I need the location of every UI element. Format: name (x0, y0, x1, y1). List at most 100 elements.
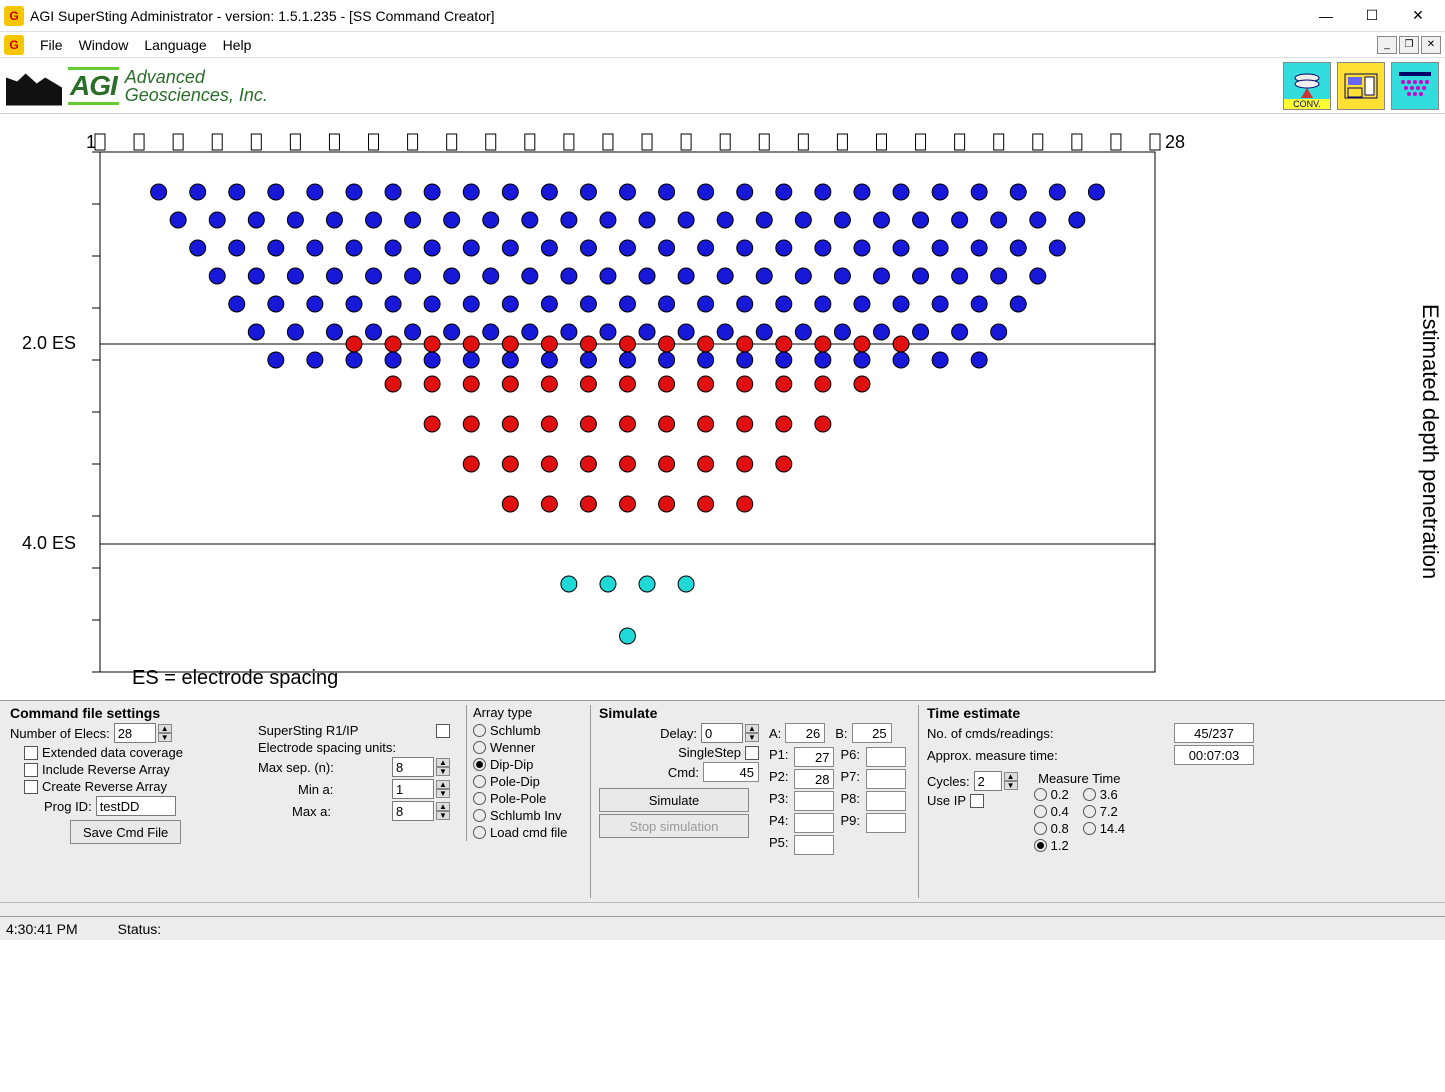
p-label: P1: (769, 747, 789, 767)
app-icon: G (4, 6, 24, 26)
cmdfile-params-group: SuperSting R1/IP Electrode spacing units… (254, 705, 454, 898)
extended-checkbox[interactable] (24, 746, 38, 760)
array-radio-load cmd file[interactable] (473, 826, 486, 839)
pseudosection-plot: 1282.0 ES4.0 ES Estimated depth penetrat… (0, 114, 1445, 700)
useip-checkbox[interactable] (970, 794, 984, 808)
measure-time-radio[interactable] (1034, 805, 1047, 818)
logo-agi: AGI (68, 67, 119, 105)
num-elecs-input[interactable] (114, 723, 156, 743)
menu-file[interactable]: File (32, 35, 71, 55)
close-button[interactable]: ✕ (1395, 1, 1441, 31)
num-elecs-down[interactable]: ▼ (158, 733, 172, 742)
delay-input[interactable] (701, 723, 743, 743)
svg-text:28: 28 (1165, 132, 1185, 152)
singlestep-checkbox[interactable] (745, 746, 759, 760)
menu-window[interactable]: Window (71, 35, 137, 55)
maxa-input[interactable] (392, 801, 434, 821)
p-readout (866, 813, 906, 833)
tool-instrument-button[interactable] (1337, 62, 1385, 110)
right-axis-label: Estimated depth penetration (1417, 304, 1443, 579)
measure-time-radio[interactable] (1083, 822, 1096, 835)
statusbar: 4:30:41 PM Status: (0, 916, 1445, 940)
progid-input[interactable] (96, 796, 176, 816)
array-label: Load cmd file (490, 824, 567, 841)
menu-language[interactable]: Language (136, 35, 214, 55)
array-radio-schlumb inv[interactable] (473, 809, 486, 822)
p-label: P7: (840, 769, 860, 789)
p-label: P6: (840, 747, 860, 767)
approx-readout: 00:07:03 (1174, 745, 1254, 765)
num-elecs-up[interactable]: ▲ (158, 724, 172, 733)
mdi-restore-button[interactable]: ❐ (1399, 36, 1419, 54)
logo-line2: Geosciences, Inc. (125, 85, 268, 105)
cycles-label: Cycles: (927, 774, 970, 789)
tool-pseudosection-button[interactable] (1391, 62, 1439, 110)
r1ip-label: SuperSting R1/IP (258, 723, 358, 738)
p-label: P4: (769, 813, 789, 833)
array-radio-pole-dip[interactable] (473, 775, 486, 788)
A-label: A: (769, 726, 781, 741)
include-rev-label: Include Reverse Array (42, 762, 170, 777)
measure-time-radio[interactable] (1034, 788, 1047, 801)
B-readout: 25 (852, 723, 892, 743)
ncmds-readout: 45/237 (1174, 723, 1254, 743)
esu-label: Electrode spacing units: (258, 740, 396, 755)
array-radio-wenner[interactable] (473, 741, 486, 754)
cycles-input[interactable] (974, 771, 1002, 791)
measure-time-radio[interactable] (1034, 839, 1047, 852)
mina-input[interactable] (392, 779, 434, 799)
array-type-group: Array type SchlumbWennerDip-DipPole-DipP… (462, 705, 582, 898)
simulate-button[interactable]: Simulate (599, 788, 749, 812)
simulate-title: Simulate (599, 705, 906, 721)
array-label: Wenner (490, 739, 535, 756)
p-readout: 27 (794, 747, 834, 767)
measure-time-radio[interactable] (1034, 822, 1047, 835)
cmdfile-group: Command file settings Number of Elecs: ▲… (6, 705, 246, 898)
extended-label: Extended data coverage (42, 745, 183, 760)
mdi-close-button[interactable]: ✕ (1421, 36, 1441, 54)
p-readout (866, 747, 906, 767)
array-label: Pole-Pole (490, 790, 546, 807)
cmdfile-title: Command file settings (10, 705, 242, 721)
cmd-readout: 45 (703, 762, 759, 782)
r1ip-checkbox[interactable] (436, 724, 450, 738)
tool-conv-button[interactable]: CONV. (1283, 62, 1331, 110)
maximize-button[interactable]: ☐ (1349, 1, 1395, 31)
svg-text:4.0 ES: 4.0 ES (22, 533, 76, 553)
array-radio-dip-dip[interactable] (473, 758, 486, 771)
array-label: Schlumb Inv (490, 807, 562, 824)
mdi-minimize-button[interactable]: _ (1377, 36, 1397, 54)
maxsep-input[interactable] (392, 757, 434, 777)
array-radio-pole-pole[interactable] (473, 792, 486, 805)
menubar: G File Window Language Help _ ❐ ✕ (0, 32, 1445, 58)
p-label: P3: (769, 791, 789, 811)
p-readout (866, 769, 906, 789)
measure-time-title: Measure Time (1034, 771, 1125, 786)
titlebar: G AGI SuperSting Administrator - version… (0, 0, 1445, 32)
save-cmd-button[interactable]: Save Cmd File (70, 820, 181, 844)
create-rev-checkbox[interactable] (24, 780, 38, 794)
measure-time-radio[interactable] (1083, 805, 1096, 818)
maxsep-label: Max sep. (n): (258, 760, 334, 775)
measure-time-radio[interactable] (1083, 788, 1096, 801)
A-readout: 26 (785, 723, 825, 743)
menu-help[interactable]: Help (215, 35, 260, 55)
p-readout: 28 (794, 769, 834, 789)
window-title: AGI SuperSting Administrator - version: … (30, 8, 1303, 24)
logo-bar: AGI Advanced Geosciences, Inc. CONV. (0, 58, 1445, 114)
useip-label: Use IP (927, 793, 966, 808)
time-estimate-group: Time estimate No. of cmds/readings:45/23… (918, 705, 1258, 898)
stop-simulation-button[interactable]: Stop simulation (599, 814, 749, 838)
array-radio-schlumb[interactable] (473, 724, 486, 737)
cmd-label: Cmd: (668, 765, 699, 780)
p-readout (794, 835, 834, 855)
progid-label: Prog ID: (44, 799, 92, 814)
status-label: Status: (118, 921, 162, 937)
include-rev-checkbox[interactable] (24, 763, 38, 777)
minimize-button[interactable]: — (1303, 1, 1349, 31)
svg-text:2.0 ES: 2.0 ES (22, 333, 76, 353)
ncmds-label: No. of cmds/readings: (927, 726, 1053, 741)
bottom-panel: Command file settings Number of Elecs: ▲… (0, 700, 1445, 902)
maxa-label: Max a: (292, 804, 331, 819)
create-rev-label: Create Reverse Array (42, 779, 167, 794)
